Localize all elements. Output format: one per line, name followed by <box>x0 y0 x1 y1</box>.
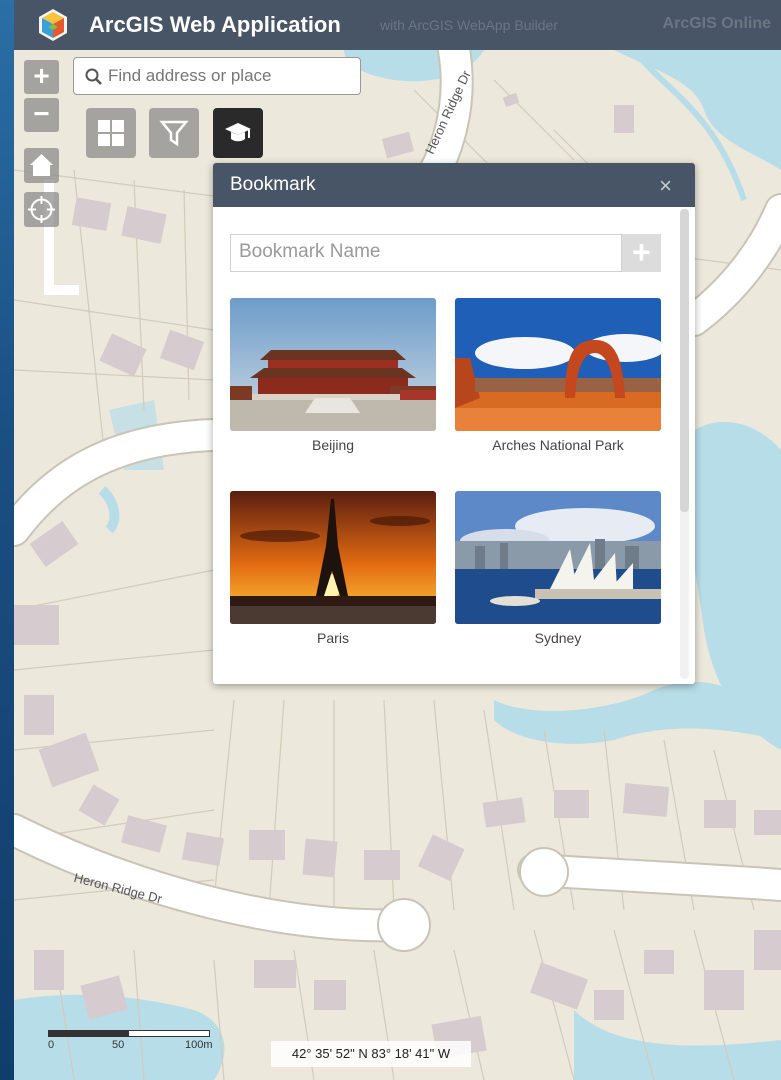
scalebar-tick: 50 <box>112 1039 125 1051</box>
bookmark-thumbnail <box>455 491 661 624</box>
desktop-background <box>0 0 14 1080</box>
coordinate-readout: 42° 35' 52" N 83° 18' 41" W <box>271 1041 471 1067</box>
crosshair-icon <box>28 196 55 223</box>
search-icon[interactable] <box>84 67 104 87</box>
app-subtitle: with ArcGIS WebApp Builder <box>380 17 558 33</box>
zoom-in-button[interactable]: + <box>24 60 59 94</box>
add-bookmark-button[interactable]: + <box>622 234 661 272</box>
grid-icon <box>98 120 124 146</box>
zoom-out-button[interactable]: − <box>24 98 59 132</box>
panel-title: Bookmark <box>230 174 316 195</box>
bookmark-button[interactable] <box>213 108 263 158</box>
bookmark-graduation-cap-icon <box>225 123 251 142</box>
panel-header: Bookmark × <box>213 163 695 207</box>
scrollbar-thumb[interactable] <box>680 209 689 512</box>
app-header: ArcGIS Web Application with ArcGIS WebAp… <box>14 0 781 50</box>
filter-icon <box>159 120 189 147</box>
bookmark-item-arches-national-park[interactable]: Arches National Park <box>455 298 661 453</box>
bookmark-label: Arches National Park <box>492 437 624 453</box>
bookmark-item-paris[interactable]: Paris <box>230 491 436 646</box>
bookmark-label: Sydney <box>534 630 582 646</box>
bookmark-name-field <box>230 234 622 272</box>
bookmark-label: Beijing <box>311 437 355 453</box>
home-button[interactable] <box>24 148 59 183</box>
bookmark-label: Paris <box>317 630 349 646</box>
arcgis-online-link[interactable]: ArcGIS Online <box>663 15 771 33</box>
scalebar-ticks: 0 50 100m <box>48 1037 248 1053</box>
scalebar-bar <box>48 1030 210 1037</box>
filter-button[interactable] <box>149 108 199 158</box>
bookmark-item-sydney[interactable]: Sydney <box>455 491 661 646</box>
close-icon[interactable]: × <box>659 173 672 199</box>
search-input[interactable] <box>108 62 348 90</box>
bookmark-thumbnail <box>230 491 436 624</box>
bookmark-thumbnail <box>455 298 661 431</box>
app-title: ArcGIS Web Application <box>89 12 341 37</box>
scalebar: 0 50 100m <box>48 1030 248 1053</box>
bookmark-name-input[interactable] <box>231 235 611 269</box>
scalebar-tick: 100m <box>185 1039 213 1051</box>
home-icon <box>30 154 53 176</box>
bookmark-thumbnail <box>230 298 436 431</box>
zoom-controls: + − <box>24 60 59 132</box>
bookmark-panel: Bookmark × + Beijing <box>213 163 695 684</box>
scalebar-tick: 0 <box>48 1039 55 1051</box>
locate-button[interactable] <box>24 192 59 227</box>
app-logo-icon <box>39 9 67 41</box>
bookmark-item-beijing[interactable]: Beijing <box>230 298 436 453</box>
layer-list-button[interactable] <box>86 108 136 158</box>
search-box <box>73 57 361 95</box>
